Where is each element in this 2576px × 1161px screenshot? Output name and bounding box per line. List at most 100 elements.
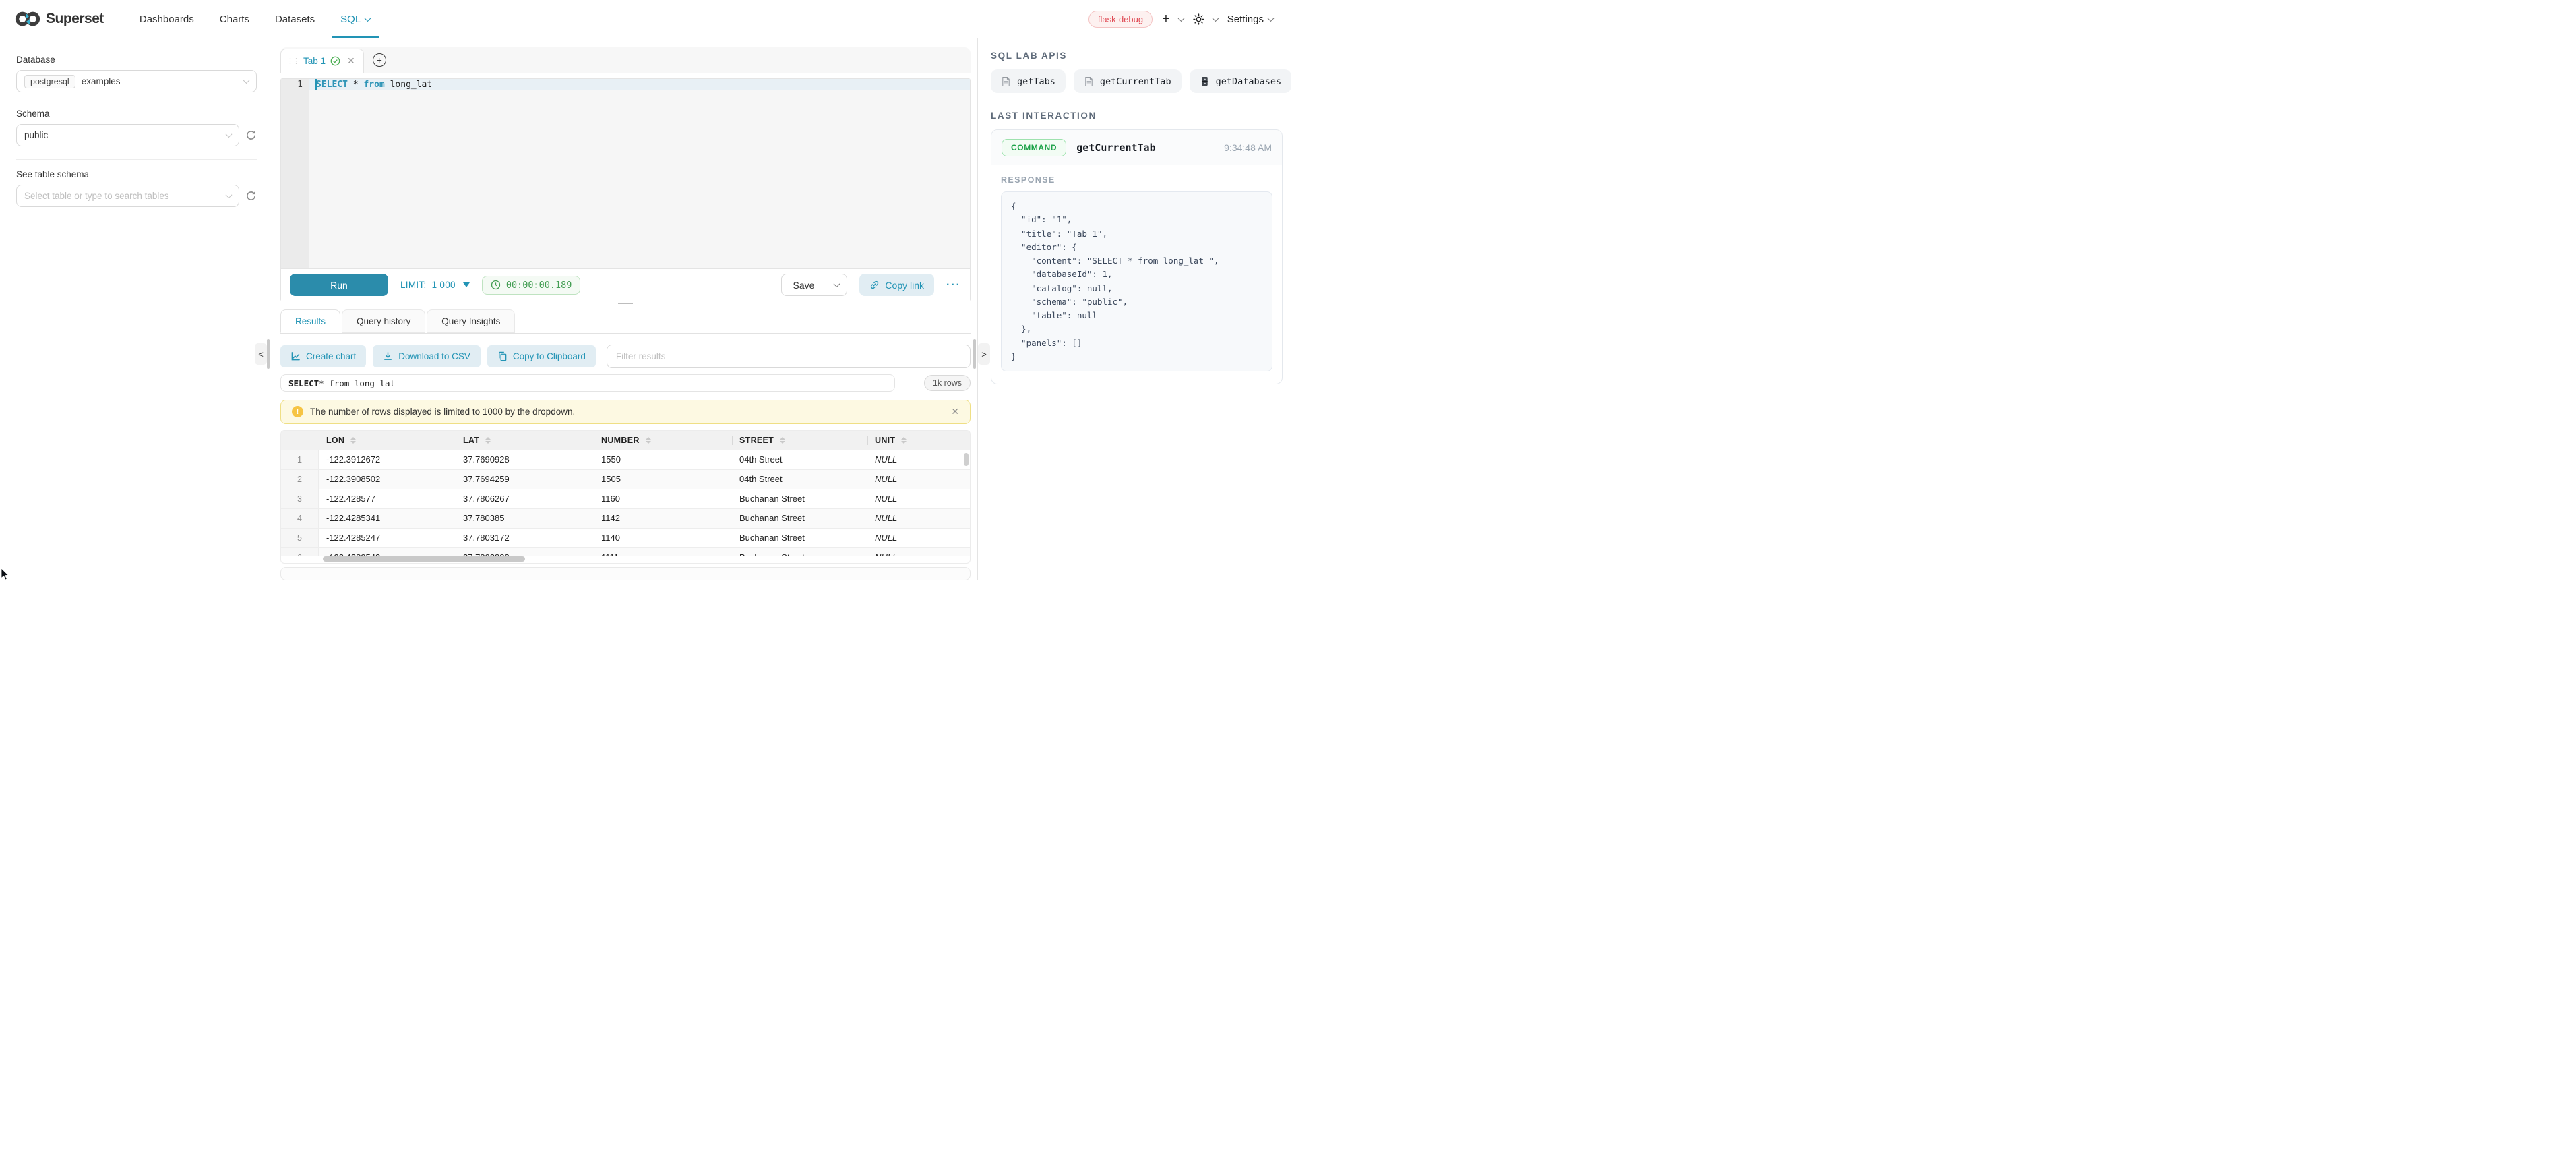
header-number[interactable]: NUMBER xyxy=(594,431,732,450)
navbar: Superset Dashboards Charts Datasets SQL … xyxy=(0,0,1288,38)
chevron-down-icon xyxy=(226,191,233,198)
cell-lat: 37.7803172 xyxy=(456,529,594,547)
scrollbar-thumb[interactable] xyxy=(323,556,525,562)
tab-query-history[interactable]: Query history xyxy=(342,309,425,333)
copy-link-button[interactable]: Copy link xyxy=(859,274,934,296)
chevron-down-icon xyxy=(833,280,840,287)
more-actions-button[interactable]: ··· xyxy=(946,279,961,291)
collapse-right-panel-button[interactable]: > xyxy=(978,343,990,365)
table-row: 4-122.428534137.7803851142Buchanan Stree… xyxy=(281,509,970,529)
page-icon xyxy=(1084,76,1094,86)
cell-number: 1505 xyxy=(594,470,732,489)
header-lon[interactable]: LON xyxy=(319,431,456,450)
query-timer: 00:00:00.189 xyxy=(482,276,581,295)
row-count-badge: 1k rows xyxy=(924,375,971,391)
header-lat[interactable]: LAT xyxy=(456,431,594,450)
database-select[interactable]: postgresql examples xyxy=(16,70,257,92)
superset-logo: Superset xyxy=(15,11,104,27)
save-button[interactable]: Save xyxy=(782,274,826,295)
mouse-cursor xyxy=(1,568,11,580)
editor-tabstrip: ⋮⋮ Tab 1 ✕ + xyxy=(280,47,971,73)
south-pane-footer xyxy=(280,567,971,580)
sort-icon xyxy=(646,437,651,444)
last-interaction-title: LAST INTERACTION xyxy=(991,111,1283,121)
right-pane-scrollbar[interactable] xyxy=(973,339,976,369)
refresh-icon xyxy=(245,129,257,141)
save-split-button: Save xyxy=(781,274,848,296)
download-csv-button[interactable]: Download to CSV xyxy=(373,345,481,367)
cell-lon: -122.428577 xyxy=(319,489,456,508)
sun-icon xyxy=(1193,13,1204,25)
filter-results-input[interactable] xyxy=(607,345,971,368)
check-circle-icon xyxy=(330,56,340,66)
line-number: 1 xyxy=(281,80,309,90)
table-body: 1-122.391267237.7690928155004th StreetNU… xyxy=(281,450,970,556)
cell-lat: 37.7690928 xyxy=(456,450,594,469)
cell-number: 1550 xyxy=(594,450,732,469)
settings-menu[interactable]: Settings xyxy=(1227,13,1273,25)
sort-icon xyxy=(485,437,491,444)
sort-icon xyxy=(901,437,907,444)
cell-unit: NULL xyxy=(867,529,970,547)
limit-dropdown[interactable]: LIMIT: 1 000 xyxy=(400,280,470,290)
refresh-tables-button[interactable] xyxy=(245,190,257,202)
row-number: 4 xyxy=(281,509,319,528)
table-vertical-scrollbar[interactable] xyxy=(964,453,969,466)
editor-toolbar: Run LIMIT: 1 000 00:00:00.189 Save xyxy=(281,268,970,301)
chevron-down-icon xyxy=(365,15,371,22)
tab-query-insights[interactable]: Query Insights xyxy=(427,309,515,333)
drag-grip-icon xyxy=(618,303,633,307)
nav-item-dashboards[interactable]: Dashboards xyxy=(127,0,207,38)
close-tab-icon[interactable]: ✕ xyxy=(347,55,355,67)
sql-code-editor[interactable]: 1 SELECT * from long_lat xyxy=(281,79,970,268)
schema-label: Schema xyxy=(16,109,257,119)
table-horizontal-scrollbar[interactable] xyxy=(280,556,971,564)
command-badge: COMMAND xyxy=(1002,139,1066,156)
cell-unit: NULL xyxy=(867,509,970,528)
command-timestamp: 9:34:48 AM xyxy=(1224,142,1272,153)
get-tabs-button[interactable]: getTabs xyxy=(991,69,1066,93)
pane-splitter[interactable] xyxy=(280,301,971,309)
sql-editor-main: ⋮⋮ Tab 1 ✕ + 1 SELECT * from long_lat Ru… xyxy=(268,38,977,580)
sql-lab-apis-panel: SQL LAB APIS getTabs getCurrentTab xyxy=(977,38,1288,580)
refresh-schemas-button[interactable] xyxy=(245,129,257,141)
run-button[interactable]: Run xyxy=(290,274,388,296)
row-number: 2 xyxy=(281,470,319,489)
add-tab-button[interactable]: + xyxy=(373,53,386,67)
header-street[interactable]: STREET xyxy=(732,431,867,450)
schema-select[interactable]: public xyxy=(16,124,239,146)
tab-results[interactable]: Results xyxy=(280,309,340,333)
cell-number: 1111 xyxy=(594,548,732,556)
cell-lat: 37.7694259 xyxy=(456,470,594,489)
collapse-left-panel-button[interactable]: < xyxy=(255,343,267,365)
table-select[interactable]: Select table or type to search tables xyxy=(16,185,239,207)
row-number: 6 xyxy=(281,548,319,556)
chevron-down-icon xyxy=(1177,15,1184,22)
copy-clipboard-button[interactable]: Copy to Clipboard xyxy=(487,345,596,367)
editor-tab-1[interactable]: ⋮⋮ Tab 1 ✕ xyxy=(280,49,364,73)
get-databases-button[interactable]: getDatabases xyxy=(1190,69,1292,93)
chevron-down-icon xyxy=(1268,15,1275,22)
create-chart-button[interactable]: Create chart xyxy=(280,345,366,367)
new-item-button[interactable]: + xyxy=(1162,12,1184,26)
chevron-down-icon xyxy=(243,77,250,84)
superset-logo-icon xyxy=(15,11,40,27)
left-pane-scrollbar[interactable] xyxy=(267,339,270,369)
save-dropdown-button[interactable] xyxy=(826,274,847,295)
clock-icon xyxy=(491,280,501,290)
chevron-down-icon xyxy=(1212,15,1219,22)
cell-lon: -122.3912672 xyxy=(319,450,456,469)
get-current-tab-button[interactable]: getCurrentTab xyxy=(1074,69,1182,93)
theme-toggle-button[interactable] xyxy=(1193,13,1218,25)
row-limit-warning: ! The number of rows displayed is limite… xyxy=(280,400,971,424)
brand-title: Superset xyxy=(46,11,104,27)
header-unit[interactable]: UNIT xyxy=(867,431,970,450)
nav-menu: Dashboards Charts Datasets SQL xyxy=(127,0,383,38)
nav-item-sql[interactable]: SQL xyxy=(328,0,383,38)
nav-item-datasets[interactable]: Datasets xyxy=(262,0,328,38)
cell-lon: -122.4285247 xyxy=(319,529,456,547)
nav-item-charts[interactable]: Charts xyxy=(207,0,262,38)
command-name: getCurrentTab xyxy=(1076,142,1155,154)
cell-lat: 37.7802883 xyxy=(456,548,594,556)
close-warning-icon[interactable]: ✕ xyxy=(951,406,959,417)
